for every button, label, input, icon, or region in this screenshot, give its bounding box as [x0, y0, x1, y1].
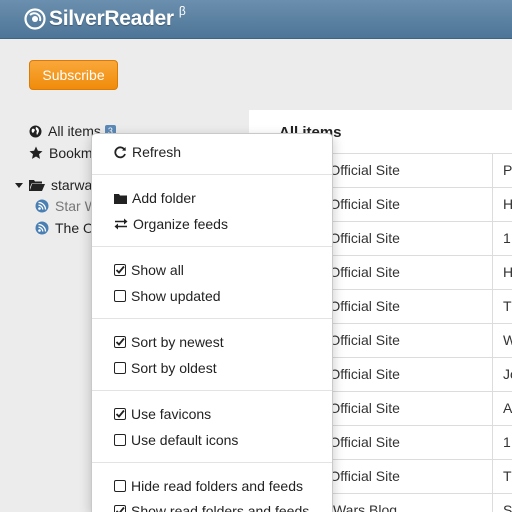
- menu-item-show-updated[interactable]: Show updated: [114, 286, 221, 306]
- menu-divider: [92, 174, 332, 175]
- menu-divider: [92, 462, 332, 463]
- checkbox-checked-icon: [114, 264, 126, 276]
- checkbox-empty-icon: [114, 290, 126, 302]
- column-divider: [492, 290, 493, 324]
- item-title: 1: [503, 230, 511, 246]
- sidebar-feed-star-wars[interactable]: Star W: [35, 195, 91, 217]
- feed-icon: [35, 221, 49, 235]
- menu-item-label: Show updated: [131, 288, 221, 304]
- column-divider: [492, 256, 493, 290]
- column-divider: [492, 358, 493, 392]
- sidebar-feed-label: The O: [55, 220, 91, 236]
- menu-item-sort-newest[interactable]: Sort by newest: [114, 332, 224, 352]
- menu-item-label: Sort by oldest: [131, 360, 217, 376]
- column-divider: [492, 426, 493, 460]
- item-title: 1: [503, 434, 511, 450]
- checkbox-checked-icon: [114, 505, 126, 512]
- menu-item-organize-feeds[interactable]: Organize feeds: [114, 214, 228, 234]
- folder-context-menu: Refresh Add folder Organize feeds Show a…: [91, 133, 333, 512]
- menu-item-label: Add folder: [132, 190, 196, 206]
- column-divider: [492, 494, 493, 512]
- menu-item-label: Hide read folders and feeds: [131, 478, 303, 494]
- app-header: SilverReader β: [0, 0, 512, 39]
- column-divider: [492, 188, 493, 222]
- menu-item-use-favicons[interactable]: Use favicons: [114, 404, 211, 424]
- globe-icon: [29, 125, 42, 137]
- star-icon: [29, 146, 43, 159]
- app-logo[interactable]: SilverReader β: [24, 4, 186, 31]
- menu-item-add-folder[interactable]: Add folder: [114, 188, 196, 208]
- menu-item-show-all[interactable]: Show all: [114, 260, 184, 280]
- app-name: SilverReader: [49, 7, 174, 30]
- column-divider: [492, 222, 493, 256]
- checkbox-empty-icon: [114, 480, 126, 492]
- menu-item-use-default-icons[interactable]: Use default icons: [114, 430, 238, 450]
- caret-down-icon[interactable]: [15, 181, 23, 189]
- menu-item-label: Show read folders and feeds: [131, 503, 310, 512]
- refresh-icon: [114, 145, 126, 158]
- folder-icon: [114, 193, 127, 204]
- sidebar-folder-label: starwa: [51, 177, 91, 193]
- feed-icon: [35, 199, 49, 213]
- menu-divider: [92, 390, 332, 391]
- menu-item-label: Sort by newest: [131, 334, 224, 350]
- folder-open-icon: [29, 179, 45, 191]
- menu-item-label: Refresh: [132, 144, 182, 160]
- menu-item-label: Use default icons: [131, 432, 239, 448]
- column-divider: [492, 324, 493, 358]
- item-title: T: [503, 468, 512, 484]
- menu-item-label: Show all: [131, 262, 184, 278]
- exchange-icon: [114, 218, 128, 230]
- item-title: S: [503, 502, 512, 512]
- column-divider: [492, 460, 493, 494]
- menu-item-show-read[interactable]: Show read folders and feeds: [114, 501, 309, 512]
- column-divider: [492, 154, 493, 188]
- checkbox-empty-icon: [114, 362, 126, 374]
- item-title: H: [503, 264, 512, 280]
- menu-divider: [92, 318, 332, 319]
- column-divider: [492, 392, 493, 426]
- menu-item-refresh[interactable]: Refresh: [114, 142, 181, 162]
- item-title: Jo: [503, 366, 512, 382]
- menu-item-sort-oldest[interactable]: Sort by oldest: [114, 358, 217, 378]
- sidebar-feed-the-official[interactable]: The O: [35, 217, 91, 239]
- beta-badge: β: [178, 4, 186, 18]
- sidebar-folder-starwars[interactable]: starwa: [15, 174, 91, 196]
- menu-item-label: Organize feeds: [133, 216, 228, 232]
- item-title: P: [503, 162, 512, 178]
- checkbox-checked-icon: [114, 336, 126, 348]
- subscribe-button[interactable]: Subscribe: [29, 60, 118, 90]
- checkbox-empty-icon: [114, 434, 126, 446]
- item-title: H: [503, 196, 512, 212]
- sidebar-feed-label: Star W: [55, 198, 91, 214]
- sidebar-item-bookmarks[interactable]: Bookm: [29, 142, 91, 164]
- checkbox-checked-icon: [114, 408, 126, 420]
- item-title: T: [503, 298, 512, 314]
- item-title: A: [503, 400, 512, 416]
- sidebar-item-label: Bookm: [49, 145, 91, 161]
- menu-item-label: Use favicons: [131, 406, 212, 422]
- silverreader-logo-icon: [24, 8, 46, 30]
- item-title: W: [503, 332, 512, 348]
- menu-item-hide-read[interactable]: Hide read folders and feeds: [114, 476, 303, 496]
- menu-divider: [92, 246, 332, 247]
